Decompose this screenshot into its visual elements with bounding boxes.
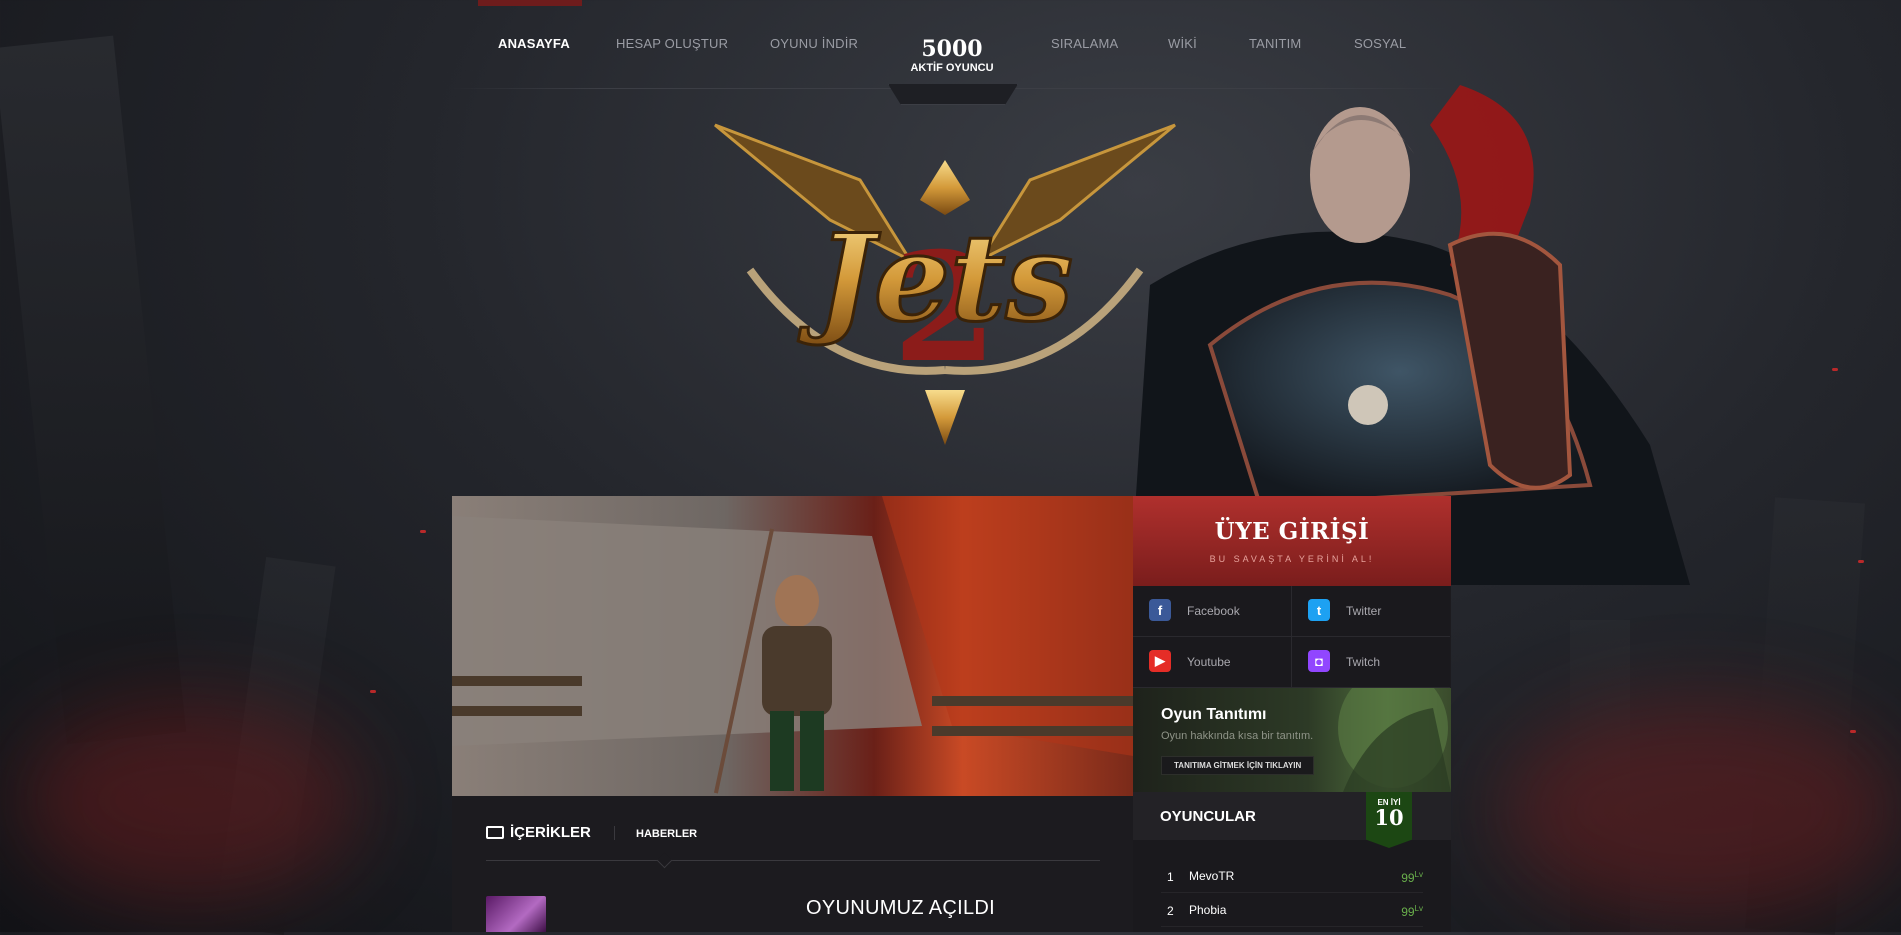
- sidebar: ÜYE GİRİŞİ BU SAVAŞTA YERİNİ AL! f Faceb…: [1133, 496, 1451, 932]
- hero-head: [1310, 107, 1410, 243]
- ember: [420, 530, 426, 533]
- banner-fire: [882, 496, 1133, 756]
- active-player-label: AKTİF OYUNCU: [910, 62, 994, 74]
- nav-item-siralama[interactable]: SIRALAMA: [1051, 36, 1118, 51]
- news-banner-image[interactable]: [452, 496, 1133, 796]
- player-row[interactable]: 2 Phobia 99Lv: [1161, 896, 1423, 927]
- logo-ornament-bottom: [925, 390, 965, 445]
- top-10-badge[interactable]: EN İYİ 10: [1366, 792, 1412, 848]
- news-thumbnail[interactable]: [486, 896, 546, 932]
- promo-subtitle: Oyun hakkında kısa bir tanıtım.: [1161, 730, 1314, 742]
- facebook-icon: f: [1149, 599, 1171, 621]
- promo-button[interactable]: TANITIMA GİTMEK İÇİN TIKLAYIN: [1161, 756, 1315, 775]
- social-label-facebook: Facebook: [1187, 604, 1240, 618]
- ember: [1858, 560, 1864, 563]
- nav-item-wiki[interactable]: WİKİ: [1168, 36, 1197, 51]
- nav-item-oyunu-indir[interactable]: OYUNU İNDİR: [770, 36, 858, 51]
- ember: [1850, 730, 1856, 733]
- member-login-title[interactable]: ÜYE GİRİŞİ: [1133, 518, 1451, 545]
- player-rank: 2: [1167, 904, 1174, 918]
- social-label-youtube: Youtube: [1187, 655, 1231, 669]
- nav-item-anasayfa[interactable]: ANASAYFA: [498, 36, 570, 51]
- players-title: OYUNCULAR: [1160, 808, 1256, 825]
- member-login-subtitle: BU SAVAŞTA YERİNİ AL!: [1209, 554, 1375, 564]
- twitter-icon: t: [1308, 599, 1330, 621]
- banner-scene: [452, 496, 1133, 794]
- social-links: f Facebook t Twitter ▶ Youtube ◘ Twitch: [1133, 586, 1451, 688]
- social-link-youtube[interactable]: ▶ Youtube: [1133, 637, 1292, 688]
- background-glow-left: [20, 700, 360, 900]
- newspaper-icon: [486, 826, 504, 839]
- tab-haberler[interactable]: HABERLER: [636, 828, 697, 840]
- social-label-twitter: Twitter: [1346, 604, 1382, 618]
- active-player-count: 5000: [921, 36, 983, 62]
- active-player-counter: 5000 AKTİF OYUNCU: [900, 36, 1004, 74]
- logo-text: Jets: [798, 208, 1073, 349]
- logo-crest: [920, 160, 970, 215]
- youtube-icon: ▶: [1149, 650, 1171, 672]
- nav-item-tanitim[interactable]: TANITIM: [1249, 36, 1301, 51]
- content-tabs: İÇERİKLER HABERLER: [486, 796, 1100, 869]
- section-heading: İÇERİKLER: [486, 824, 591, 841]
- social-link-twitter[interactable]: t Twitter: [1292, 586, 1450, 637]
- players-panel: OYUNCULAR EN İYİ 10 1 MevoTR 99Lv 2 Phob…: [1133, 792, 1451, 932]
- social-link-facebook[interactable]: f Facebook: [1133, 586, 1292, 637]
- player-name: MevoTR: [1189, 869, 1235, 883]
- ember: [370, 690, 376, 693]
- skull-emblem: [1348, 385, 1388, 425]
- player-level: 99Lv: [1401, 904, 1423, 919]
- section-title: İÇERİKLER: [510, 824, 591, 841]
- background-pillar-left: [0, 35, 187, 745]
- counter-tab-shape: [888, 84, 1018, 105]
- player-name: Phobia: [1189, 903, 1227, 917]
- ember: [1832, 368, 1838, 371]
- game-logo[interactable]: 2 Jets: [710, 120, 1180, 450]
- player-row[interactable]: 1 MevoTR 99Lv: [1161, 862, 1423, 893]
- game-intro-promo[interactable]: Oyun Tanıtımı Oyun hakkında kısa bir tan…: [1133, 688, 1451, 792]
- social-link-twitch[interactable]: ◘ Twitch: [1292, 637, 1450, 688]
- top-badge-count: 10: [1374, 805, 1404, 830]
- tab-separator: [614, 826, 615, 840]
- social-label-twitch: Twitch: [1346, 655, 1381, 669]
- news-title[interactable]: OYUNUMUZ AÇILDI: [806, 897, 995, 920]
- active-tab-pointer: [656, 852, 673, 869]
- background-glow-right: [1500, 700, 1900, 920]
- promo-title: Oyun Tanıtımı: [1161, 706, 1267, 723]
- twitch-icon: ◘: [1308, 650, 1330, 672]
- player-level: 99Lv: [1401, 870, 1423, 885]
- content-section: İÇERİKLER HABERLER OYUNUMUZ AÇILDI: [452, 796, 1133, 932]
- player-rank: 1: [1167, 870, 1174, 884]
- top-navigation: ANASAYFA HESAP OLUŞTUR OYUNU İNDİR 5000 …: [450, 0, 1451, 90]
- active-nav-accent: [478, 0, 582, 6]
- member-login-panel[interactable]: ÜYE GİRİŞİ BU SAVAŞTA YERİNİ AL!: [1133, 496, 1451, 586]
- nav-item-sosyal[interactable]: SOSYAL: [1354, 36, 1406, 51]
- nav-item-hesap-olustur[interactable]: HESAP OLUŞTUR: [616, 36, 728, 51]
